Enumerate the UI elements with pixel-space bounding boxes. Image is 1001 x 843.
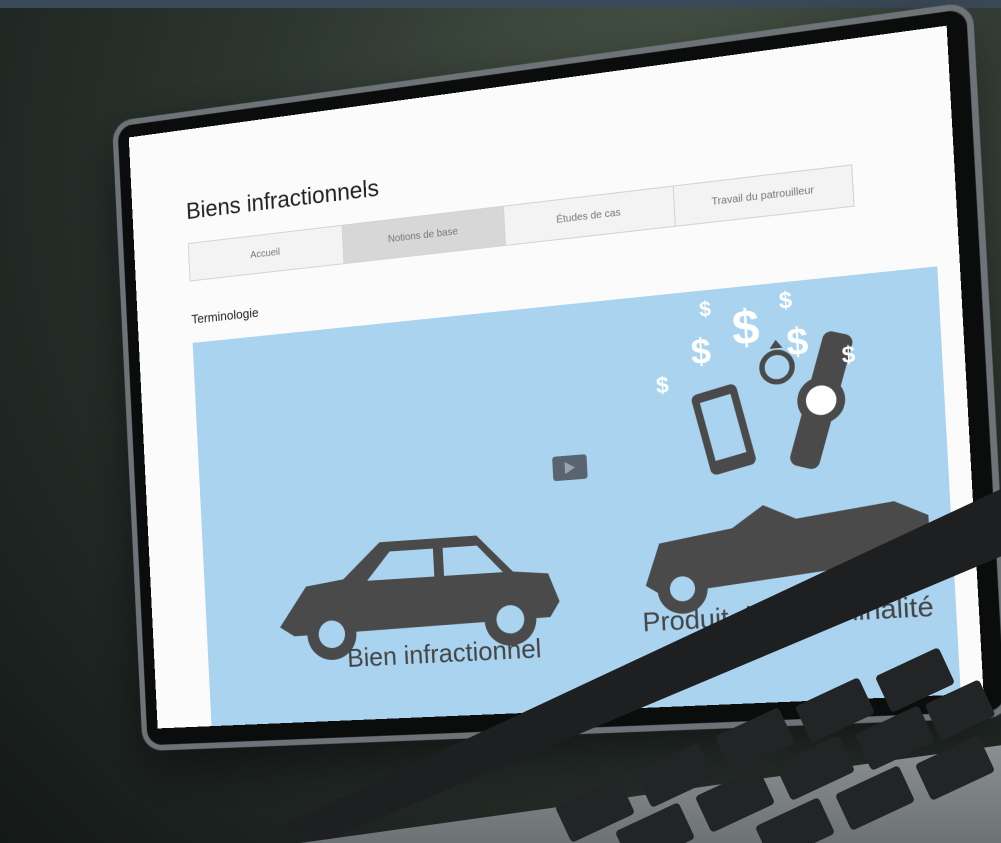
keyboard-keys (0, 0, 1001, 843)
laptop: Biens infractionnels Accueil Notions de … (0, 0, 1001, 843)
